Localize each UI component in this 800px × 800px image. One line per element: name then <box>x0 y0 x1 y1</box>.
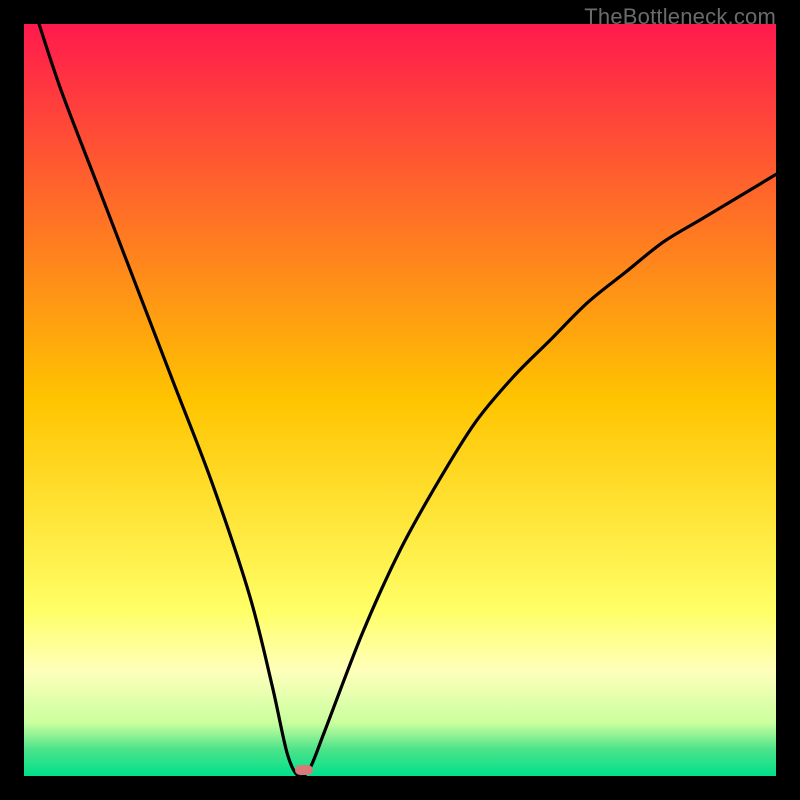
optimal-point-marker <box>295 765 313 775</box>
watermark-text: TheBottleneck.com <box>584 4 776 30</box>
bottleneck-curve <box>24 24 776 776</box>
